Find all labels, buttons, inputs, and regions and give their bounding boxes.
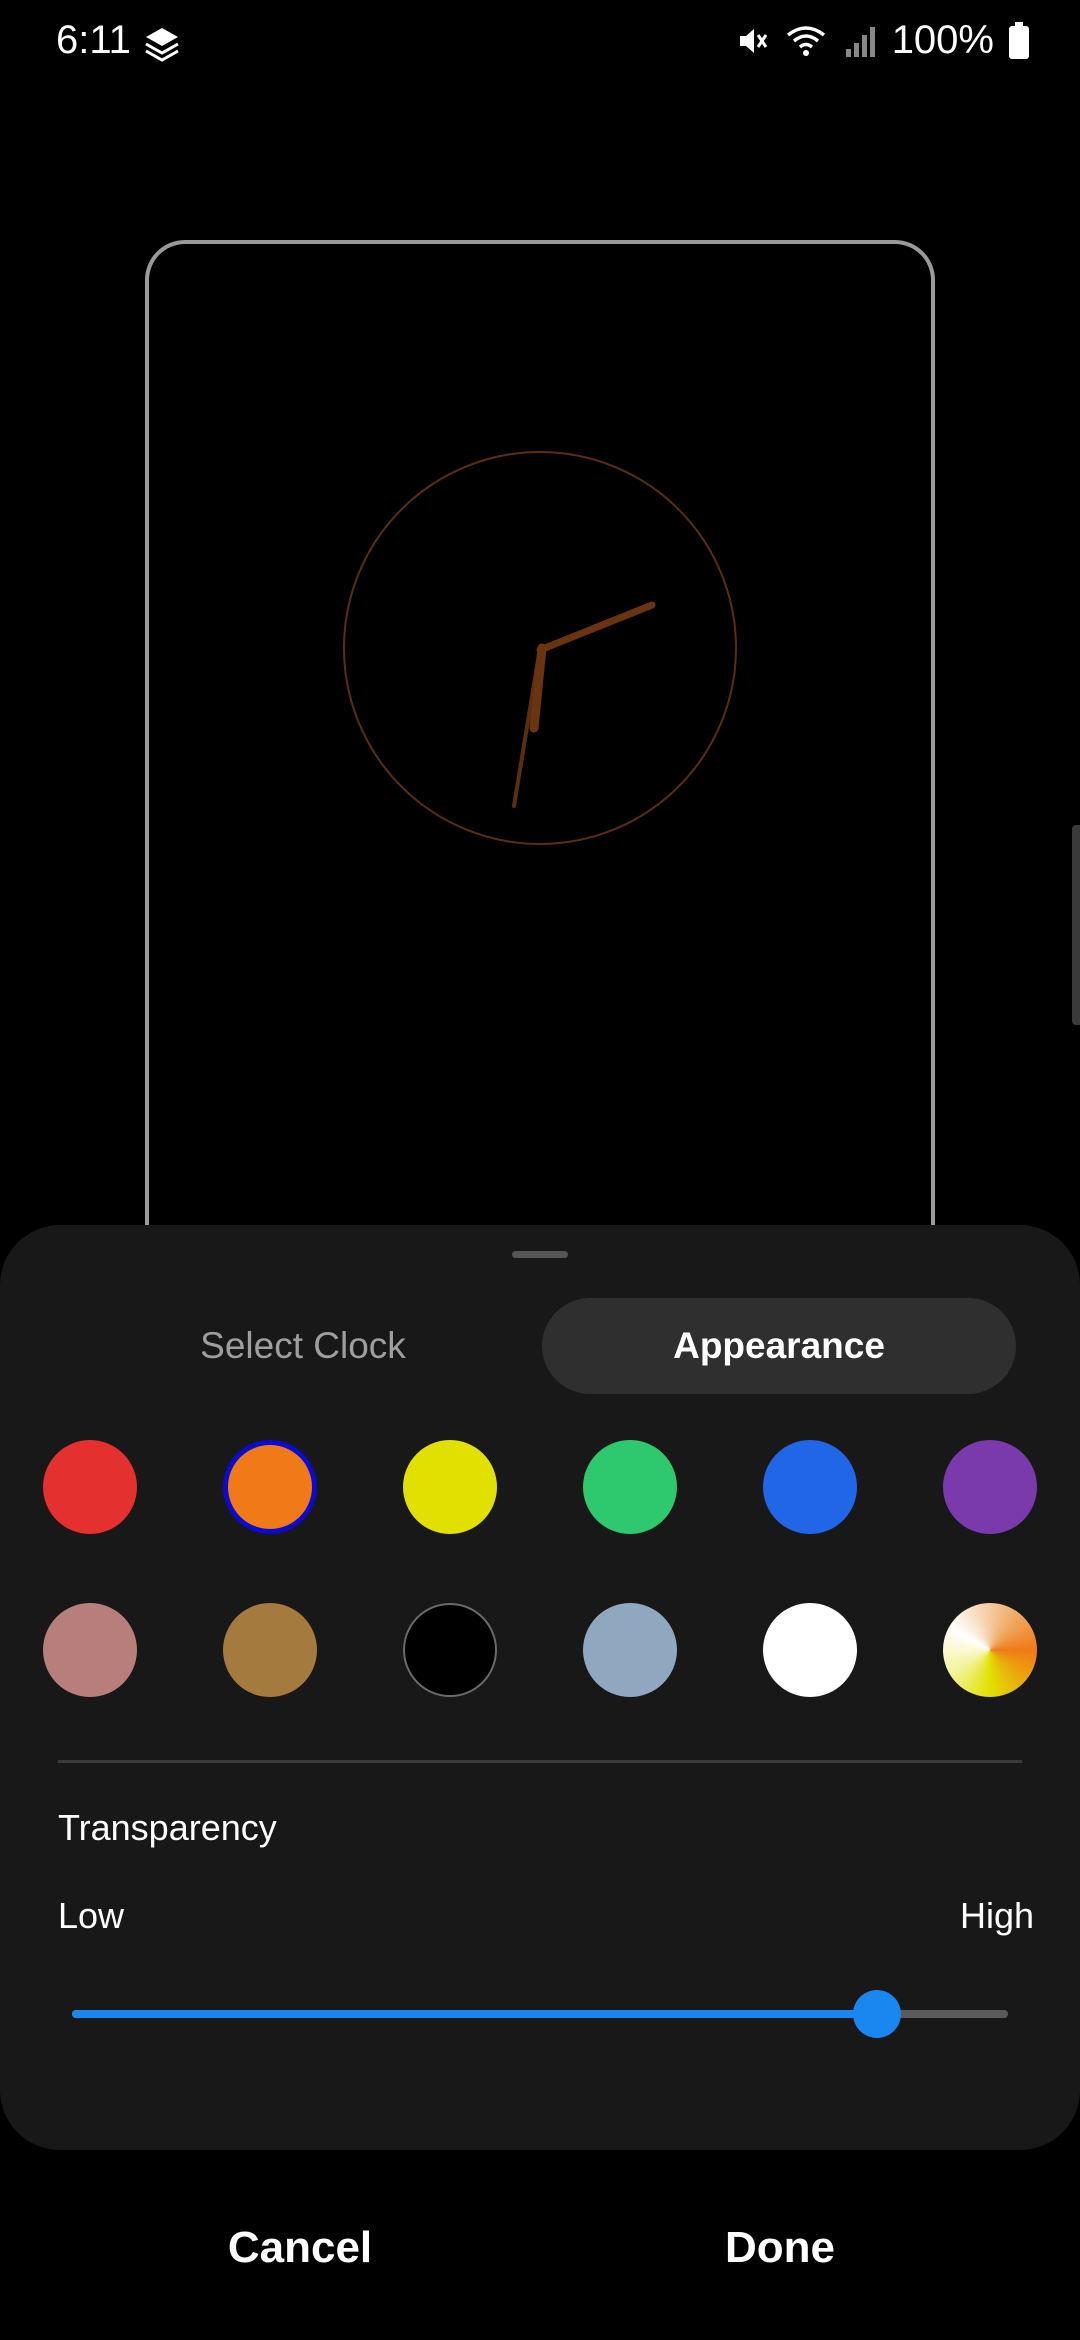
mute-icon — [734, 23, 770, 59]
battery-icon — [1008, 21, 1030, 60]
color-swatch-rose[interactable] — [43, 1603, 137, 1697]
wifi-icon — [784, 23, 828, 59]
transparency-low-label: Low — [58, 1895, 125, 1936]
color-swatch-red[interactable] — [43, 1440, 137, 1534]
layers-icon — [142, 24, 182, 64]
color-swatch-bronze[interactable] — [223, 1603, 317, 1697]
divider — [58, 1760, 1022, 1763]
transparency-label: Transparency — [58, 1807, 277, 1848]
hour-hand — [529, 643, 547, 733]
color-swatch-orange[interactable] — [223, 1440, 317, 1534]
custom-color-picker[interactable] — [943, 1603, 1037, 1697]
analog-clock-preview — [342, 450, 738, 846]
slider-fill — [72, 2010, 877, 2018]
battery-percent: 100% — [891, 18, 994, 62]
color-swatch-purple[interactable] — [943, 1440, 1037, 1534]
signal-icon — [842, 23, 878, 59]
transparency-high-label: High — [959, 1895, 1034, 1936]
status-bar: 6:11 100% — [0, 0, 1080, 90]
edge-panel-handle[interactable] — [1072, 825, 1080, 1025]
status-time: 6:11 — [56, 18, 131, 62]
color-swatch-yellow[interactable] — [403, 1440, 497, 1534]
color-swatch-black[interactable] — [403, 1603, 497, 1697]
second-hand — [536, 601, 656, 654]
cancel-button[interactable]: Cancel — [30, 2200, 570, 2296]
color-swatch-white[interactable] — [763, 1603, 857, 1697]
tab-appearance[interactable]: Appearance — [542, 1298, 1016, 1394]
settings-sheet: Select Clock Appearance Transparency Low… — [0, 1225, 1080, 2150]
slider-thumb[interactable] — [852, 1990, 901, 2038]
drag-handle[interactable] — [512, 1251, 568, 1258]
done-button[interactable]: Done — [510, 2200, 1050, 2296]
color-swatch-green[interactable] — [583, 1440, 677, 1534]
color-swatch-blue[interactable] — [763, 1440, 857, 1534]
transparency-slider[interactable] — [72, 1990, 1008, 2038]
tab-select-clock[interactable]: Select Clock — [66, 1298, 540, 1394]
status-icons: 100% — [734, 18, 1030, 63]
color-swatch-slate-blue[interactable] — [583, 1603, 677, 1697]
